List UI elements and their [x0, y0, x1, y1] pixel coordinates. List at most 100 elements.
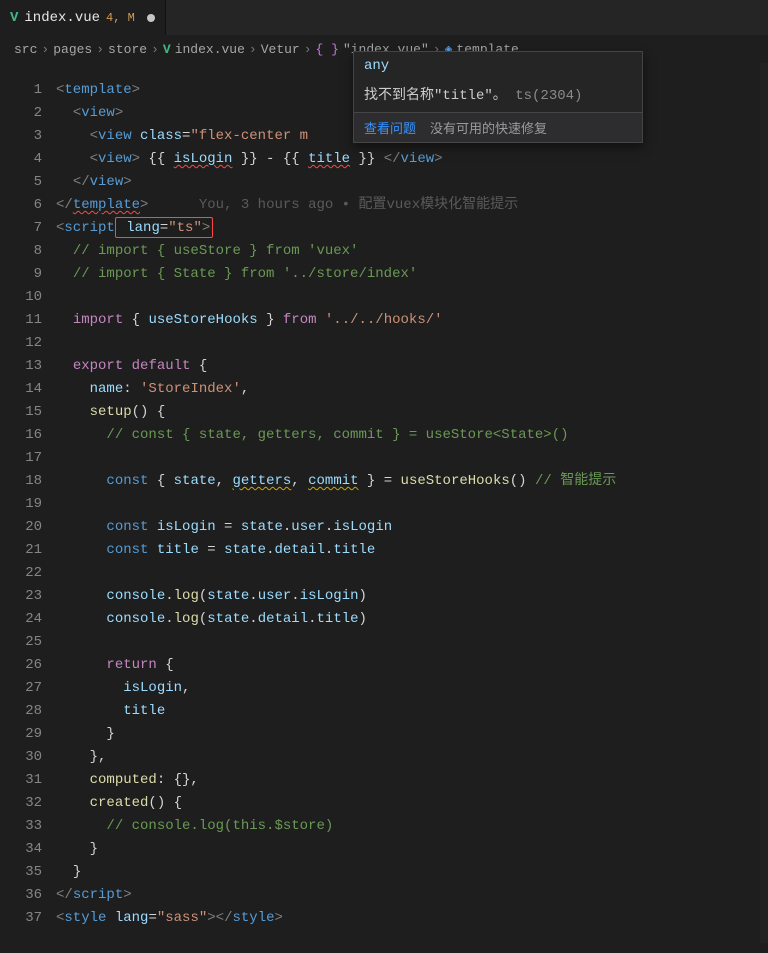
- line-number: 14: [0, 378, 42, 401]
- chevron-right-icon: ›: [151, 42, 159, 57]
- chevron-right-icon: ›: [304, 42, 312, 57]
- line-number: 3: [0, 125, 42, 148]
- chevron-right-icon: ›: [96, 42, 104, 57]
- line-number: 2: [0, 102, 42, 125]
- tooltip-type: any: [354, 52, 642, 80]
- code-line[interactable]: const title = state.detail.title: [56, 539, 768, 562]
- line-number: 35: [0, 861, 42, 884]
- line-number: 36: [0, 884, 42, 907]
- line-number: 30: [0, 746, 42, 769]
- highlight-box: lang="ts">: [115, 217, 213, 238]
- code-line[interactable]: created() {: [56, 792, 768, 815]
- line-number: 26: [0, 654, 42, 677]
- code-line[interactable]: import { useStoreHooks } from '../../hoo…: [56, 309, 768, 332]
- line-number: 23: [0, 585, 42, 608]
- code-line[interactable]: // console.log(this.$store): [56, 815, 768, 838]
- line-number: 13: [0, 355, 42, 378]
- code-line[interactable]: console.log(state.user.isLogin): [56, 585, 768, 608]
- view-problem-link[interactable]: 查看问题: [364, 118, 416, 137]
- tab-filename: index.vue: [24, 10, 100, 26]
- code-line[interactable]: // import { State } from '../store/index…: [56, 263, 768, 286]
- line-number: 25: [0, 631, 42, 654]
- line-number: 6: [0, 194, 42, 217]
- breadcrumb-item[interactable]: index.vue: [175, 42, 245, 57]
- code-line[interactable]: const isLogin = state.user.isLogin: [56, 516, 768, 539]
- code-line[interactable]: [56, 493, 768, 516]
- code-line[interactable]: </script>: [56, 884, 768, 907]
- hover-tooltip: any 找不到名称"title"。 ts(2304) 查看问题 没有可用的快速修…: [353, 51, 643, 143]
- code-line[interactable]: const { state, getters, commit } = useSt…: [56, 470, 768, 493]
- editor[interactable]: You, 3 hours ago | 1 author (You) 1 2 3 …: [0, 63, 768, 930]
- vue-icon: V: [163, 42, 171, 57]
- line-number: 11: [0, 309, 42, 332]
- code-line[interactable]: }: [56, 861, 768, 884]
- breadcrumb-item[interactable]: Vetur: [261, 42, 300, 57]
- code-line[interactable]: }: [56, 838, 768, 861]
- line-number: 28: [0, 700, 42, 723]
- tab-index-vue[interactable]: V index.vue 4, M: [0, 0, 166, 35]
- no-quick-fix-label: 没有可用的快速修复: [430, 118, 547, 137]
- code-line[interactable]: },: [56, 746, 768, 769]
- line-number: 24: [0, 608, 42, 631]
- code-line[interactable]: </view>: [56, 171, 768, 194]
- unsaved-dot-icon: [147, 14, 155, 22]
- code-line[interactable]: [56, 286, 768, 309]
- code-line[interactable]: export default {: [56, 355, 768, 378]
- vue-icon: V: [10, 10, 18, 26]
- code-line[interactable]: <view> {{ isLogin }} - {{ title }} </vie…: [56, 148, 768, 171]
- line-number: 29: [0, 723, 42, 746]
- code-line[interactable]: [56, 631, 768, 654]
- breadcrumb-item[interactable]: store: [108, 42, 147, 57]
- braces-icon: { }: [316, 42, 339, 57]
- code-line[interactable]: <script lang="ts">: [56, 217, 768, 240]
- line-number: 19: [0, 493, 42, 516]
- line-number: 10: [0, 286, 42, 309]
- line-number: 21: [0, 539, 42, 562]
- line-number: 9: [0, 263, 42, 286]
- chevron-right-icon: ›: [41, 42, 49, 57]
- line-number: 15: [0, 401, 42, 424]
- code-line[interactable]: }: [56, 723, 768, 746]
- code-line[interactable]: </template> You, 3 hours ago • 配置vuex模块化…: [56, 194, 768, 217]
- line-number: 7: [0, 217, 42, 240]
- tooltip-message: 找不到名称"title"。 ts(2304): [354, 80, 642, 112]
- breadcrumb-item[interactable]: src: [14, 42, 37, 57]
- code-line[interactable]: [56, 562, 768, 585]
- code-line[interactable]: isLogin,: [56, 677, 768, 700]
- breadcrumb-item[interactable]: pages: [53, 42, 92, 57]
- code-line[interactable]: title: [56, 700, 768, 723]
- line-number: 32: [0, 792, 42, 815]
- code-line[interactable]: console.log(state.detail.title): [56, 608, 768, 631]
- line-number: 33: [0, 815, 42, 838]
- line-number: 22: [0, 562, 42, 585]
- line-number: 34: [0, 838, 42, 861]
- line-number: 20: [0, 516, 42, 539]
- code-line[interactable]: setup() {: [56, 401, 768, 424]
- code-line[interactable]: // const { state, getters, commit } = us…: [56, 424, 768, 447]
- tab-bar: V index.vue 4, M: [0, 0, 768, 35]
- line-number: 8: [0, 240, 42, 263]
- line-gutter: 1 2 3 4 5 6 7 8 9 10 11 12 13 14 15 16 1…: [0, 63, 56, 930]
- chevron-right-icon: ›: [249, 42, 257, 57]
- line-number: 31: [0, 769, 42, 792]
- line-number: 16: [0, 424, 42, 447]
- tab-status: 4, M: [106, 11, 135, 25]
- code-line[interactable]: // import { useStore } from 'vuex': [56, 240, 768, 263]
- line-number: 12: [0, 332, 42, 355]
- inline-blame: You, 3 hours ago • 配置vuex模块化智能提示: [199, 197, 518, 213]
- minimap[interactable]: [760, 63, 768, 943]
- code-line[interactable]: return {: [56, 654, 768, 677]
- line-number: 18: [0, 470, 42, 493]
- code-line[interactable]: name: 'StoreIndex',: [56, 378, 768, 401]
- line-number: 1: [0, 79, 42, 102]
- code-line[interactable]: <style lang="sass"></style>: [56, 907, 768, 930]
- line-number: 4: [0, 148, 42, 171]
- line-number: 17: [0, 447, 42, 470]
- code-line[interactable]: [56, 332, 768, 355]
- line-number: 5: [0, 171, 42, 194]
- line-number: 37: [0, 907, 42, 930]
- code-line[interactable]: computed: {},: [56, 769, 768, 792]
- code-area[interactable]: any 找不到名称"title"。 ts(2304) 查看问题 没有可用的快速修…: [56, 63, 768, 930]
- code-line[interactable]: [56, 447, 768, 470]
- line-number: 27: [0, 677, 42, 700]
